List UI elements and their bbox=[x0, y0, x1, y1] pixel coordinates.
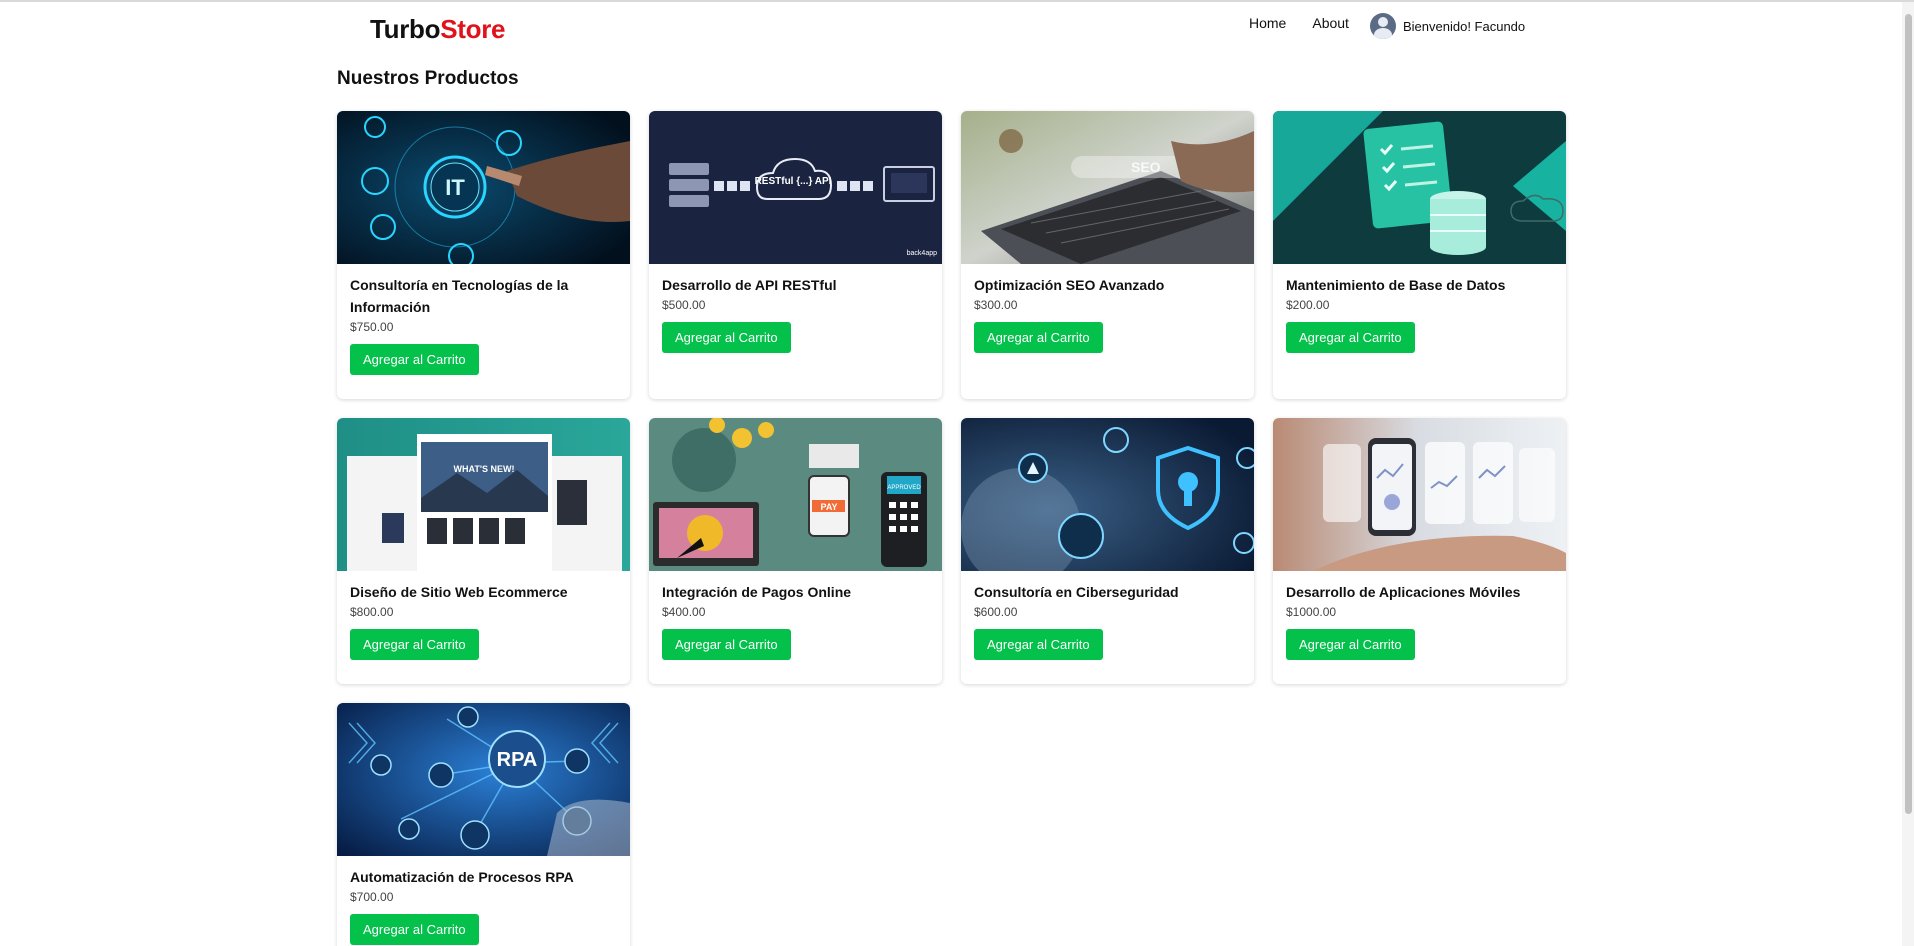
it-caption: IT bbox=[445, 175, 465, 200]
payments-tag: APPROVED bbox=[887, 485, 921, 491]
brand-logo-turbo: Turbo bbox=[370, 14, 441, 44]
product-image-payments: PAY APPROVED bbox=[649, 418, 942, 571]
product-image-database bbox=[1273, 111, 1566, 264]
product-name: Mantenimiento de Base de Datos bbox=[1286, 277, 1506, 293]
navbar: TurboStore Home About Bienvenido! Facund… bbox=[0, 2, 1900, 50]
product-name: Optimización SEO Avanzado bbox=[974, 277, 1165, 293]
ecommerce-caption: WHAT'S NEW! bbox=[454, 464, 515, 474]
add-to-cart-button[interactable]: Agregar al Carrito bbox=[662, 322, 791, 353]
product-name: Automatización de Procesos RPA bbox=[350, 869, 574, 885]
product-card: PAY APPROVED Integración de Pagos Online… bbox=[649, 418, 942, 684]
rpa-caption: RPA bbox=[497, 749, 538, 771]
product-price: $200.00 bbox=[1286, 298, 1330, 312]
seo-caption: SEO bbox=[1131, 159, 1161, 175]
product-name: Diseño de Sitio Web Ecommerce bbox=[350, 584, 568, 600]
api-tag: back4app bbox=[907, 250, 937, 257]
product-card: WHAT'S NEW! Diseño de Sitio Web Ecommerc… bbox=[337, 418, 630, 684]
product-price: $1000.00 bbox=[1286, 605, 1337, 619]
nav-links: Home About bbox=[1249, 15, 1375, 31]
api-caption: RESTful {...} API bbox=[755, 176, 832, 187]
product-price: $750.00 bbox=[350, 320, 394, 334]
user-menu[interactable]: Bienvenido! Facundo bbox=[1370, 13, 1525, 39]
product-price: $400.00 bbox=[662, 605, 706, 619]
product-image-ecommerce: WHAT'S NEW! bbox=[337, 418, 630, 571]
product-price: $600.00 bbox=[974, 605, 1018, 619]
nav-about-link[interactable]: About bbox=[1312, 15, 1349, 31]
product-image-mobile bbox=[1273, 418, 1566, 571]
add-to-cart-button[interactable]: Agregar al Carrito bbox=[662, 629, 791, 660]
brand-logo-store: Store bbox=[440, 14, 506, 44]
product-price: $800.00 bbox=[350, 605, 394, 619]
add-to-cart-button[interactable]: Agregar al Carrito bbox=[1286, 629, 1415, 660]
product-image-it: IT bbox=[337, 111, 630, 264]
add-to-cart-button[interactable]: Agregar al Carrito bbox=[350, 629, 479, 660]
product-card: RPA Automatización de Procesos RPA $700.… bbox=[337, 703, 630, 946]
welcome-text: Bienvenido! Facundo bbox=[1403, 18, 1526, 34]
product-price: $700.00 bbox=[350, 890, 394, 904]
product-price: $500.00 bbox=[662, 298, 706, 312]
product-card: Desarrollo de Aplicaciones Móviles $1000… bbox=[1273, 418, 1566, 684]
add-to-cart-button[interactable]: Agregar al Carrito bbox=[974, 629, 1103, 660]
scrollbar-thumb[interactable] bbox=[1905, 14, 1912, 814]
product-card: IT Consultoría en Tecnologías de la Info… bbox=[337, 111, 630, 399]
add-to-cart-button[interactable]: Agregar al Carrito bbox=[350, 344, 479, 375]
product-image-seo: SEO bbox=[961, 111, 1254, 264]
product-card: SEO Optimización SEO Avanzado $300.00 Ag… bbox=[961, 111, 1254, 399]
window-scrollbar[interactable] bbox=[1902, 2, 1914, 946]
product-name: Consultoría en Ciberseguridad bbox=[974, 584, 1179, 600]
product-card: Mantenimiento de Base de Datos $200.00 A… bbox=[1273, 111, 1566, 399]
product-image-api: RESTful {...} API back4app bbox=[649, 111, 942, 264]
user-avatar-icon bbox=[1370, 13, 1396, 39]
product-card: RESTful {...} API back4app Desarrollo de… bbox=[649, 111, 942, 399]
product-name: Desarrollo de API RESTful bbox=[662, 277, 837, 293]
product-name: Integración de Pagos Online bbox=[662, 584, 852, 600]
nav-home-link[interactable]: Home bbox=[1249, 15, 1286, 31]
product-card: Consultoría en Ciberseguridad $600.00 Ag… bbox=[961, 418, 1254, 684]
product-name: Desarrollo de Aplicaciones Móviles bbox=[1286, 584, 1521, 600]
add-to-cart-button[interactable]: Agregar al Carrito bbox=[350, 914, 479, 945]
product-image-security bbox=[961, 418, 1254, 571]
add-to-cart-button[interactable]: Agregar al Carrito bbox=[1286, 322, 1415, 353]
add-to-cart-button[interactable]: Agregar al Carrito bbox=[974, 322, 1103, 353]
product-name: Consultoría en Tecnologías de la Informa… bbox=[350, 277, 569, 315]
product-image-rpa: RPA bbox=[337, 703, 630, 856]
page-title: Nuestros Productos bbox=[337, 68, 519, 89]
brand-logo[interactable]: TurboStore bbox=[370, 14, 505, 45]
product-price: $300.00 bbox=[974, 298, 1018, 312]
payments-caption: PAY bbox=[820, 502, 837, 512]
